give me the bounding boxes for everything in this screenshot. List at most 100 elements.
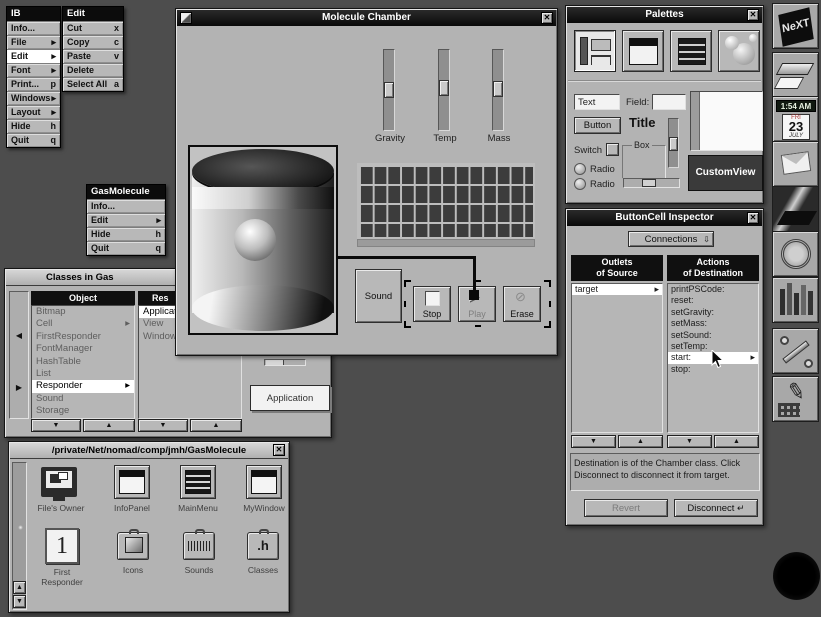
scroll-up-button[interactable]: ▲ (190, 419, 242, 432)
menu-item-file[interactable]: File▸ (7, 35, 60, 49)
box-sample[interactable]: Box (622, 145, 666, 179)
vertical-slider-sample[interactable] (668, 118, 679, 168)
scroll-down-button[interactable]: ▼ (571, 435, 616, 448)
dock-tools-app[interactable] (772, 328, 819, 374)
action-item[interactable]: setMass: (668, 318, 758, 329)
list-item[interactable]: Cell▸ (32, 318, 134, 330)
menu-item-select-all[interactable]: Select Alla (63, 77, 123, 91)
selection-handle[interactable] (404, 321, 411, 328)
sound-button[interactable]: Sound (355, 269, 402, 323)
list-item[interactable]: HashTable (32, 356, 134, 368)
disconnect-button[interactable]: Disconnect ↵ (674, 499, 758, 517)
close-button[interactable]: ✕ (747, 9, 759, 21)
browser-left-arrow-icon[interactable]: ◀ (11, 329, 27, 343)
temp-slider[interactable] (438, 49, 450, 131)
scroll-up-button[interactable]: ▲ (714, 435, 759, 448)
miniaturize-button[interactable] (180, 12, 192, 24)
radio-button[interactable] (574, 178, 586, 190)
dock-printer[interactable] (772, 52, 819, 98)
menu-item-quit[interactable]: Quitq (87, 241, 165, 255)
menu-item-info[interactable]: Info... (87, 199, 165, 213)
dock-scene-app[interactable] (772, 186, 819, 232)
black-hole-recycler[interactable] (773, 552, 820, 600)
switch-checkbox[interactable] (606, 143, 619, 156)
action-item[interactable]: setSound: (668, 330, 758, 341)
selection-handle[interactable] (475, 325, 481, 327)
menu-item-font[interactable]: Font▸ (7, 63, 60, 77)
menu-item-layout[interactable]: Layout▸ (7, 105, 60, 119)
stop-button[interactable]: Stop (413, 286, 451, 322)
menu-item-copy[interactable]: Copyc (63, 35, 123, 49)
menu-item-delete[interactable]: Delete (63, 63, 123, 77)
revert-button[interactable]: Revert (584, 499, 668, 517)
classes-col1-list[interactable]: Bitmap Cell▸ FirstResponder FontManager … (31, 305, 135, 419)
ib-menu-title[interactable]: IB (7, 7, 60, 21)
horizontal-slider-sample[interactable] (623, 178, 680, 188)
menu-item-windows[interactable]: Windows▸ (7, 91, 60, 105)
palette-tab-menu[interactable] (670, 30, 712, 72)
slider-knob[interactable] (642, 179, 656, 187)
dock-chart-app[interactable] (772, 277, 819, 323)
list-item-selected[interactable]: Responder▸ (32, 380, 134, 392)
dock-mail[interactable] (772, 141, 819, 187)
mainmenu-icon[interactable] (180, 465, 216, 499)
list-item[interactable]: List (32, 368, 134, 380)
outlets-list[interactable]: target▸ (571, 283, 663, 433)
close-button[interactable]: ✕ (747, 212, 759, 224)
palette-tab-views[interactable] (574, 30, 616, 72)
scroll-up-button[interactable]: ▲ (83, 419, 135, 432)
classes-suitcase-icon[interactable]: .h (247, 532, 279, 560)
list-item[interactable]: Sound (32, 393, 134, 405)
scroll-down-button[interactable]: ▼ (13, 595, 26, 608)
menu-item-quit[interactable]: Quitq (7, 133, 60, 147)
menu-item-paste[interactable]: Pastev (63, 49, 123, 63)
slider-knob[interactable] (669, 137, 678, 151)
dock-next-logo[interactable]: NeXT (772, 3, 819, 49)
gravity-slider[interactable] (383, 49, 395, 131)
connections-popup[interactable]: Connections ⇩ (628, 231, 714, 247)
close-button[interactable]: ✕ (541, 12, 553, 24)
sounds-suitcase-icon[interactable] (183, 532, 215, 560)
first-responder-icon[interactable]: 1 (45, 528, 79, 564)
browser-right-arrow-icon[interactable]: ▶ (11, 381, 27, 395)
mywindow-icon[interactable] (246, 465, 282, 499)
chamber-titlebar[interactable]: Molecule Chamber ✕ (177, 10, 556, 26)
list-item[interactable]: Storage (32, 405, 134, 417)
vertical-scrollbar[interactable]: ▲ ▼ (12, 462, 27, 610)
col3-horizontal-scrollbar[interactable] (264, 359, 306, 366)
file-window-titlebar[interactable]: /private/Net/nomad/comp/jmh/GasMolecule … (10, 443, 288, 459)
selection-handle[interactable] (549, 301, 551, 307)
infopanel-icon[interactable] (114, 465, 150, 499)
action-item[interactable]: setGravity: (668, 307, 758, 318)
menu-item-hide[interactable]: Hideh (87, 227, 165, 241)
menu-item-edit[interactable]: Edit▸ (87, 213, 165, 227)
dock-seal-app[interactable] (772, 231, 819, 277)
list-item[interactable]: FontManager (32, 343, 134, 355)
menu-item-hide[interactable]: Hideh (7, 119, 60, 133)
action-item[interactable]: reset: (668, 295, 758, 306)
menu-item-print[interactable]: Print...p (7, 77, 60, 91)
list-item[interactable]: FirstResponder (32, 331, 134, 343)
action-item[interactable]: printPSCode: (668, 284, 758, 295)
selection-handle[interactable] (544, 321, 551, 328)
erase-button[interactable]: ⊘ Erase (503, 286, 541, 322)
palette-tab-custom[interactable] (718, 30, 760, 72)
scroll-down-button[interactable]: ▼ (31, 419, 81, 432)
field-input[interactable] (652, 94, 686, 110)
scroll-down-button[interactable]: ▼ (138, 419, 188, 432)
menu-item-cut[interactable]: Cutx (63, 21, 123, 35)
text-sample-field[interactable]: Text (574, 94, 620, 110)
scrollbar-knob[interactable] (266, 360, 284, 365)
edit-submenu-title[interactable]: Edit (63, 7, 123, 21)
button-sample[interactable]: Button (574, 117, 621, 134)
menu-item-edit[interactable]: Edit▸ (7, 49, 60, 63)
slider-knob[interactable] (439, 80, 449, 96)
list-item[interactable]: Bitmap (32, 306, 134, 318)
selection-handle[interactable] (404, 280, 411, 287)
scrollview-sample[interactable] (690, 91, 763, 151)
palettes-titlebar[interactable]: Palettes ✕ (567, 7, 762, 23)
title-sample[interactable]: Title (629, 115, 656, 130)
dock-clock-calendar[interactable]: 1:54 AM FRI 23 JULY (772, 96, 819, 142)
scroll-down-button[interactable]: ▼ (667, 435, 712, 448)
selection-handle[interactable] (544, 280, 551, 287)
